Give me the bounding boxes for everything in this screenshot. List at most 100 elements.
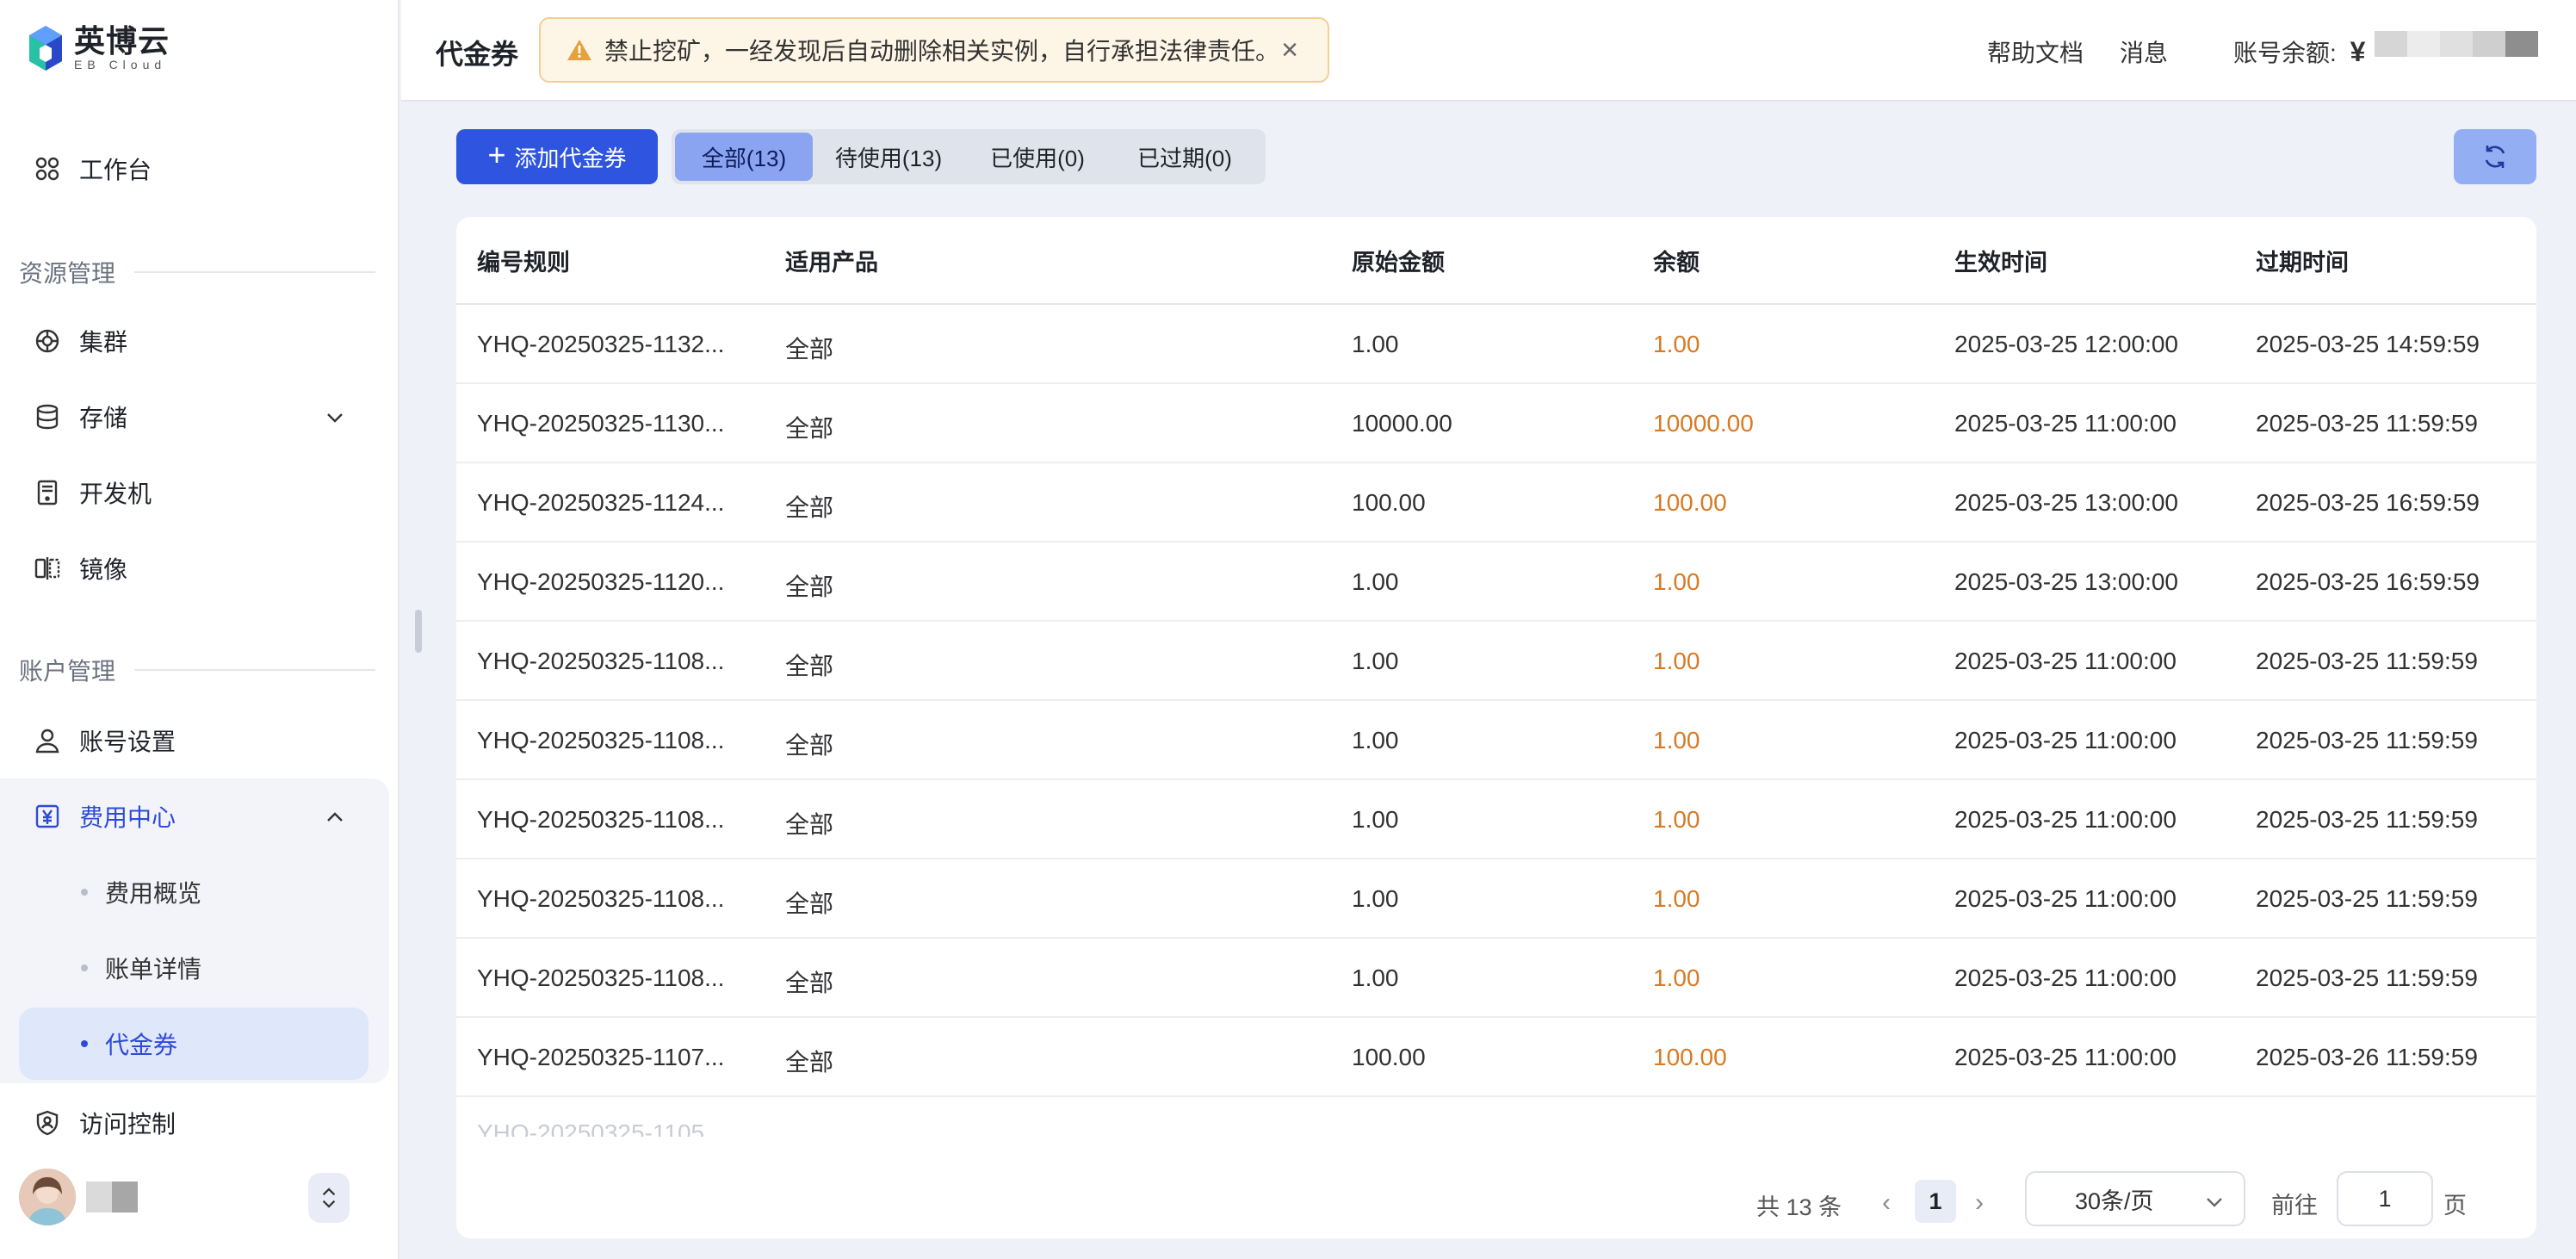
help-docs-link[interactable]: 帮助文档 (1987, 34, 2084, 69)
messages-link[interactable]: 消息 (2120, 34, 2168, 69)
bullet-icon (81, 964, 88, 971)
brand-name-en: EB Cloud (74, 58, 167, 71)
cell-product: 全部 (785, 732, 834, 759)
cell-code: YHQ-20250325-1108... (477, 648, 725, 674)
chevron-up-icon[interactable] (324, 806, 346, 828)
cell-effective-time: 2025-03-25 13:00:00 (1954, 489, 2178, 516)
voucher-table: 编号规则 适用产品 原始金额 余额 生效时间 过期时间 YHQ-20250325… (456, 217, 2536, 1238)
cell-balance: 1.00 (1653, 568, 1700, 595)
page-size-select[interactable]: 30条/页 (2025, 1171, 2245, 1226)
cell-expire-time: 2025-03-25 11:59:59 (2256, 806, 2478, 833)
cell-expire-time: 2025-03-25 11:59:59 (2256, 727, 2478, 754)
goto-label: 前往 (2271, 1193, 2318, 1219)
cell-product: 全部 (785, 494, 834, 521)
cell-balance: 1.00 (1653, 648, 1700, 674)
cell-original-amount: 100.00 (1352, 489, 1426, 516)
cell-expire-time: 2025-03-25 11:59:59 (2256, 410, 2478, 437)
cell-balance: 1.00 (1653, 885, 1700, 912)
database-icon (33, 402, 62, 431)
balance-label-text: 账号余额: (2233, 40, 2337, 66)
brand-logo[interactable]: 英博云 EB Cloud (28, 24, 170, 72)
section-label: 资源管理 (19, 260, 116, 287)
sidebar-item-image[interactable]: 镜像 (19, 532, 368, 605)
cell-original-amount: 1.00 (1352, 806, 1399, 833)
cell-product: 全部 (785, 336, 834, 363)
table-row[interactable]: YHQ-20250325-1108... 全部 1.00 1.00 2025-0… (456, 622, 2536, 701)
cell-code: YHQ-20250325-1130... (477, 410, 725, 437)
cell-expire-time: 2025-03-25 11:59:59 (2256, 964, 2478, 991)
chevron-up-down-icon (322, 1188, 336, 1208)
sidebar-subitem-bill-detail[interactable]: 账单详情 (19, 932, 368, 1004)
tab-expired[interactable]: 已过期(0) (1111, 133, 1259, 181)
sidebar-subitem-voucher[interactable]: 代金券 (19, 1008, 368, 1080)
tab-all[interactable]: 全部(13) (675, 133, 813, 181)
sidebar-item-workbench[interactable]: 工作台 (19, 133, 368, 205)
column-header: 过期时间 (2256, 249, 2349, 276)
refresh-button[interactable] (2454, 129, 2536, 184)
cell-balance: 10000.00 (1653, 410, 1754, 437)
cell-expire-time: 2025-03-26 11:59:59 (2256, 1044, 2478, 1070)
sidebar-item-storage[interactable]: 存储 (19, 381, 368, 453)
table-row[interactable]: YHQ-20250325-1108... 全部 1.00 1.00 2025-0… (456, 701, 2536, 780)
cell-original-amount: 1.00 (1352, 727, 1399, 754)
table-row[interactable]: YHQ-20250325-1120... 全部 1.00 1.00 2025-0… (456, 543, 2536, 622)
cell-effective-time: 2025-03-25 12:00:00 (1954, 331, 2178, 357)
cell-effective-time: 2025-03-25 13:00:00 (1954, 568, 2178, 595)
add-voucher-button[interactable]: + 添加代金券 (456, 129, 658, 184)
sidebar-item-account-settings[interactable]: 账号设置 (19, 704, 368, 777)
tab-pending[interactable]: 待使用(13) (813, 133, 964, 181)
cell-product: 全部 (785, 653, 834, 679)
bullet-icon (81, 1040, 88, 1047)
user-icon (33, 726, 62, 755)
sidebar-item-billing-center[interactable]: 费用中心 (19, 780, 368, 853)
table-row[interactable]: YHQ-20250325-1108... 全部 1.00 1.00 2025-0… (456, 859, 2536, 939)
page-number-current[interactable]: 1 (1915, 1180, 1956, 1223)
sidebar-item-access-control[interactable]: 访问控制 (19, 1087, 368, 1159)
chevron-left-icon[interactable]: ‹ (1882, 1188, 1891, 1218)
table-row[interactable]: YHQ-20250325-1108... 全部 1.00 1.00 2025-0… (456, 780, 2536, 859)
cell-balance: 100.00 (1653, 1044, 1727, 1070)
yuan-icon (33, 802, 62, 831)
warning-banner: 禁止挖矿，一经发现后自动删除相关实例，自行承担法律责任。 × (539, 17, 1329, 83)
chevron-down-icon (2207, 1198, 2222, 1207)
table-row[interactable]: YHQ-20250325-1130... 全部 10000.00 10000.0… (456, 384, 2536, 463)
sidebar-item-cluster[interactable]: 集群 (19, 305, 368, 377)
table-row[interactable]: YHQ-20250325-1132... 全部 1.00 1.00 2025-0… (456, 305, 2536, 384)
page-title: 代金券 (436, 39, 519, 70)
sidebar-item-label: 费用概览 (105, 880, 202, 907)
table-header: 编号规则 适用产品 原始金额 余额 生效时间 过期时间 (456, 217, 2536, 305)
table-row[interactable]: YHQ-20250325-1108... 全部 1.00 1.00 2025-0… (456, 939, 2536, 1018)
cell-original-amount: 1.00 (1352, 964, 1399, 991)
cell-effective-time: 2025-03-25 11:00:00 (1954, 885, 2177, 912)
table-row[interactable]: YHQ-20250325-1107... 全部 100.00 100.00 20… (456, 1018, 2536, 1097)
sidebar-item-label: 账号设置 (79, 729, 176, 755)
warning-icon (567, 40, 591, 60)
add-voucher-label: 添加代金券 (514, 145, 627, 171)
sidebar-subitem-overview[interactable]: 费用概览 (19, 856, 368, 928)
cell-original-amount: 1.00 (1352, 568, 1399, 595)
sidebar-resize-handle[interactable] (415, 610, 422, 653)
table-row[interactable]: YHQ-20250325-1124... 全部 100.00 100.00 20… (456, 463, 2536, 543)
cell-effective-time: 2025-03-25 11:00:00 (1954, 806, 2177, 833)
section-resources: 资源管理 (19, 255, 375, 289)
chevron-right-icon[interactable]: › (1975, 1188, 1984, 1218)
tab-used[interactable]: 已使用(0) (964, 133, 1111, 181)
cell-expire-time: 2025-03-25 14:59:59 (2256, 331, 2480, 357)
cell-expire-time: 2025-03-25 16:59:59 (2256, 489, 2480, 516)
cell-original-amount: 10000.00 (1352, 410, 1452, 437)
account-switcher[interactable] (308, 1173, 350, 1223)
user-profile[interactable] (19, 1166, 368, 1228)
cell-code: YHQ-20250325-1124... (477, 489, 725, 516)
sidebar-item-devbox[interactable]: 开发机 (19, 456, 368, 529)
column-header: 原始金额 (1352, 249, 1445, 276)
bullet-icon (81, 889, 88, 896)
chevron-down-icon[interactable] (324, 406, 346, 429)
avatar[interactable] (19, 1169, 76, 1225)
table-body: YHQ-20250325-1132... 全部 1.00 1.00 2025-0… (456, 305, 2536, 1171)
goto-page-input[interactable]: 1 (2337, 1171, 2433, 1226)
cell-effective-time: 2025-03-25 11:00:00 (1954, 1044, 2177, 1070)
sidebar-item-label: 账单详情 (105, 956, 202, 983)
close-icon[interactable]: × (1278, 35, 1302, 65)
currency-symbol: ¥ (2350, 36, 2366, 67)
cell-product: 全部 (785, 1049, 834, 1076)
